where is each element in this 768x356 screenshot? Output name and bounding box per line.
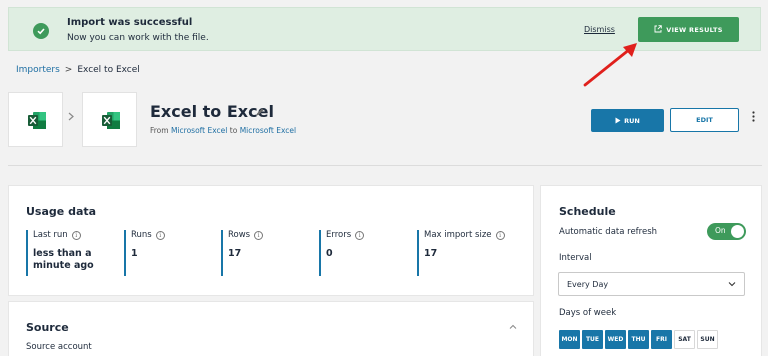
stat-value: 17	[424, 248, 438, 259]
chevron-right-icon	[68, 112, 74, 124]
stat-value: 17	[228, 248, 242, 259]
source-app-tile	[8, 92, 63, 147]
chevron-down-icon	[728, 282, 736, 287]
view-results-label: VIEW RESULTS	[666, 25, 723, 34]
auto-refresh-label: Automatic data refresh	[559, 227, 658, 237]
breadcrumb-current: Excel to Excel	[77, 65, 140, 75]
stat-label: Errors	[326, 230, 352, 240]
day-thu-button[interactable]: THU	[628, 330, 649, 349]
excel-logo-icon	[102, 112, 120, 129]
schedule-card: Schedule Automatic data refresh On Inter…	[540, 185, 762, 356]
source-link[interactable]: Microsoft Excel	[171, 126, 227, 135]
day-wed-button[interactable]: WED	[605, 330, 626, 349]
chevron-up-icon[interactable]	[509, 324, 517, 329]
stat-last-run: Last run i less than a minute ago	[26, 230, 121, 276]
interval-value: Every Day	[567, 280, 609, 289]
stat-runs: Runs i 1	[124, 230, 165, 276]
breadcrumb-importers-link[interactable]: Importers	[16, 65, 60, 75]
day-tue-button[interactable]: TUE	[582, 330, 603, 349]
kebab-menu-icon[interactable]	[751, 111, 755, 122]
day-fri-button[interactable]: FRI	[651, 330, 672, 349]
external-link-icon	[654, 24, 662, 35]
breadcrumb: Importers > Excel to Excel	[16, 65, 140, 75]
banner-title: Import was successful	[67, 17, 193, 28]
stat-label: Runs	[131, 230, 152, 240]
usage-card: Usage data Last run i less than a minute …	[8, 185, 534, 296]
info-icon[interactable]: i	[254, 230, 264, 240]
run-label: RUN	[624, 116, 640, 125]
stat-value: less than a minute ago	[33, 248, 94, 271]
breadcrumb-separator: >	[64, 65, 73, 75]
play-icon	[615, 117, 621, 124]
interval-label: Interval	[559, 253, 592, 263]
banner-message: Now you can work with the file.	[67, 33, 209, 43]
destination-link[interactable]: Microsoft Excel	[240, 126, 296, 135]
source-account-label: Source account	[26, 342, 92, 352]
annotation-arrow-icon	[583, 43, 637, 87]
pencil-icon[interactable]	[255, 107, 265, 117]
schedule-heading: Schedule	[559, 205, 616, 218]
stat-label: Last run	[33, 230, 68, 240]
check-circle-icon	[33, 23, 49, 39]
info-icon[interactable]: i	[71, 230, 81, 240]
info-icon[interactable]: i	[495, 230, 505, 240]
toggle-label: On	[715, 226, 726, 235]
edit-button[interactable]: EDIT	[670, 108, 739, 132]
success-banner: Import was successful Now you can work w…	[8, 7, 761, 51]
info-icon[interactable]: i	[355, 230, 365, 240]
stat-errors: Errors i 0	[319, 230, 365, 276]
stat-label: Max import size	[424, 230, 492, 240]
source-card: Source Source account	[8, 301, 534, 356]
day-mon-button[interactable]: MON	[559, 330, 580, 349]
run-button[interactable]: RUN	[591, 109, 664, 132]
excel-logo-icon	[28, 112, 46, 129]
stat-max-import-size: Max import size i 17	[417, 230, 505, 276]
dismiss-link[interactable]: Dismiss	[584, 25, 615, 34]
subtitle-from: From	[150, 126, 169, 135]
importer-subtitle: From Microsoft Excel to Microsoft Excel	[150, 126, 296, 135]
header-divider	[8, 165, 762, 166]
interval-select[interactable]: Every Day	[558, 272, 745, 296]
auto-refresh-toggle[interactable]: On	[707, 223, 746, 240]
day-sun-button[interactable]: SUN	[697, 330, 718, 349]
day-sat-button[interactable]: SAT	[674, 330, 695, 349]
view-results-button[interactable]: VIEW RESULTS	[638, 17, 739, 42]
days-of-week-label: Days of week	[559, 308, 617, 318]
subtitle-to: to	[229, 126, 238, 135]
stat-value: 0	[326, 248, 333, 259]
source-heading: Source	[26, 321, 69, 334]
days-of-week-selector: MON TUE WED THU FRI SAT SUN	[559, 330, 718, 349]
usage-heading: Usage data	[26, 205, 97, 218]
stat-value: 1	[131, 248, 138, 259]
stat-rows: Rows i 17	[221, 230, 264, 276]
destination-app-tile	[82, 92, 137, 147]
toggle-knob	[731, 225, 744, 238]
info-icon[interactable]: i	[155, 230, 165, 240]
stat-label: Rows	[228, 230, 251, 240]
